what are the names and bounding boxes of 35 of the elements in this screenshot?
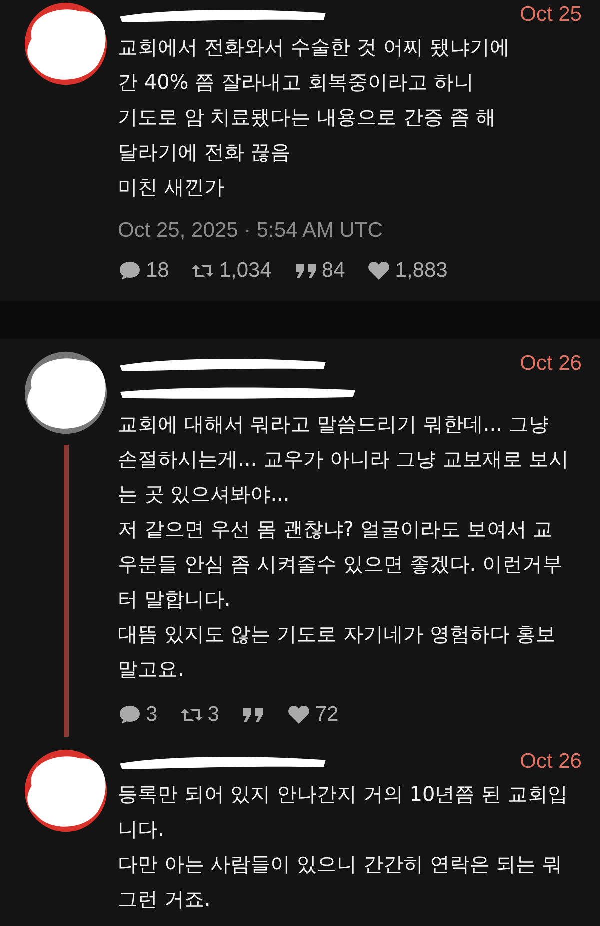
stat-count: 84: [322, 259, 346, 283]
post-text-line: 는 곳 있으셔봐야...: [118, 481, 291, 508]
stat-count: 3: [146, 703, 158, 727]
post-timestamp: Oct 25, 2025 · 5:54 AM UTC: [118, 219, 384, 243]
post-text-line: 등록만 되어 있지 안나간지 거의 10년쯤 된 교회입: [118, 781, 569, 808]
stat-count: 1,883: [395, 259, 448, 283]
comment-icon[interactable]: [118, 259, 142, 283]
post-date[interactable]: Oct 26: [520, 750, 582, 774]
post-text-line: 교회에 대해서 뭐라고 말씀드리기 뭐한데... 그냥: [118, 411, 550, 438]
heart-icon[interactable]: [367, 259, 392, 283]
post-text-line: 우분들 안심 좀 시켜줄수 있으면 좋겠다. 이런거부: [118, 551, 564, 578]
avatar-drawing[interactable]: [22, 747, 110, 835]
stat-count: 72: [315, 703, 339, 727]
post-text-line: 저 같으면 우선 몸 괜찮냐? 얼굴이라도 보여서 교: [118, 516, 554, 543]
post-text-line: 교회에서 전화와서 수술한 것 어찌 됐냐기에: [118, 34, 511, 61]
post-text-line: 그런 거죠.: [118, 886, 212, 913]
post-text-line: 간 40% 쯤 잘라내고 회복중이라고 하니: [118, 69, 476, 96]
stat-count: 1,034: [219, 259, 272, 283]
post-text-line: 다만 아는 사람들이 있으니 간간히 연락은 되는 뭐: [118, 851, 564, 878]
stat-count: 3: [208, 703, 220, 727]
post-text-line: 미친 새낀가: [118, 174, 226, 201]
post-date[interactable]: Oct 25: [520, 3, 582, 27]
post-text-line: 터 말합니다.: [118, 586, 232, 613]
post-text-line: 말고요.: [118, 656, 186, 683]
comment-icon[interactable]: [118, 703, 142, 727]
post-text-line: 대뜸 있지도 않는 기도로 자기네가 영험하다 홍보: [118, 621, 558, 648]
avatar-drawing[interactable]: [22, 349, 110, 437]
heart-icon[interactable]: [287, 703, 312, 727]
post-text-line: 니다.: [118, 816, 166, 843]
post-text-line: 손절하시는게... 교우가 아니라 그냥 교보재로 보시: [118, 446, 570, 473]
post-text-line: 달라기에 전화 끊음: [118, 139, 292, 166]
post-date[interactable]: Oct 26: [520, 352, 582, 376]
avatar-drawing[interactable]: [22, 0, 110, 88]
post-text-line: 기도로 암 치료됐다는 내용으로 간증 좀 해: [118, 104, 498, 131]
stat-count: 18: [146, 259, 170, 283]
